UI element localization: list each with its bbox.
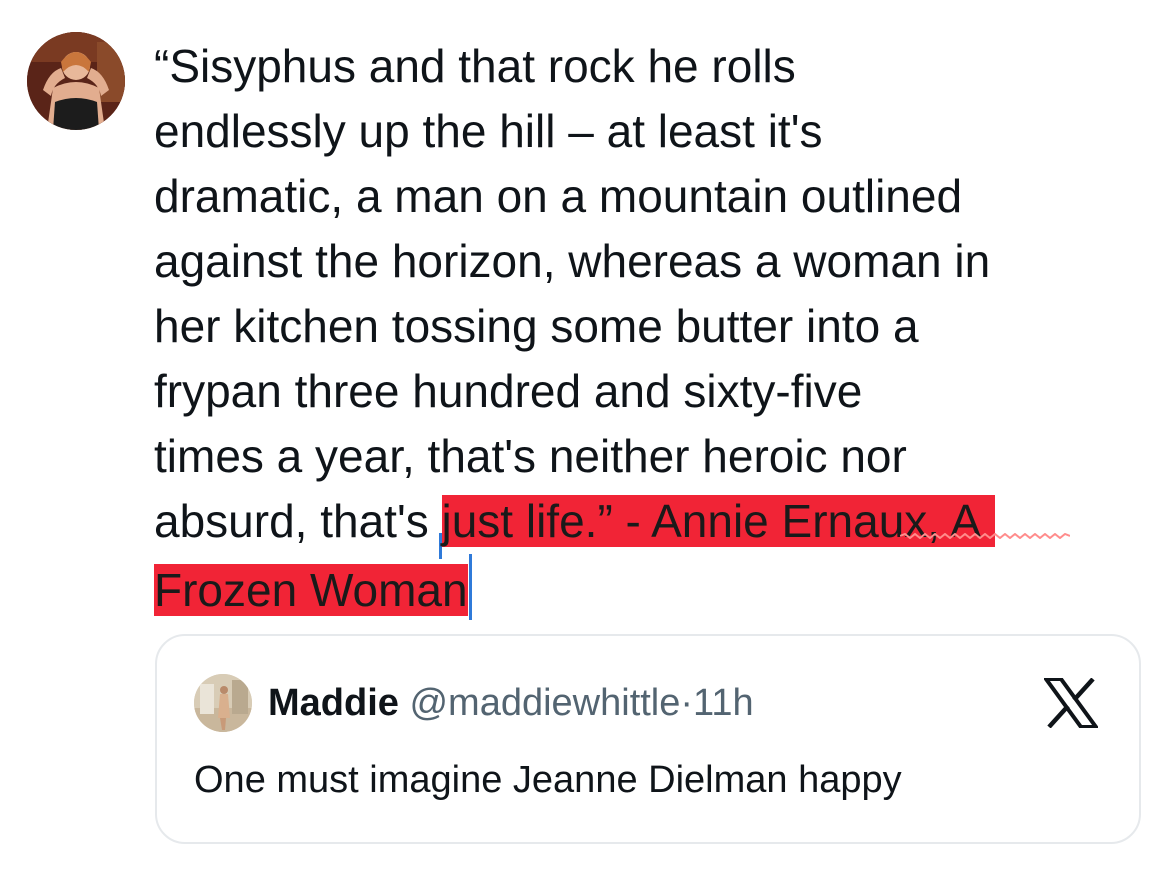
spellcheck-underline: [900, 533, 1070, 539]
selection-end-caret[interactable]: [468, 554, 472, 620]
tweet-line: frypan three hundred and sixty-five: [154, 365, 863, 417]
tweet-text: “Sisyphus and that rock he rolls endless…: [154, 34, 1154, 620]
tweet-line: endlessly up the hill – at least it's: [154, 105, 823, 157]
quoted-display-name[interactable]: Maddie: [268, 682, 399, 724]
tweet-line: times a year, that's neither heroic nor: [154, 430, 907, 482]
quoted-handle[interactable]: @maddiewhittle: [409, 682, 680, 724]
quoted-tweet-header: Maddie @maddiewhittle·11h: [268, 680, 754, 726]
quoted-timestamp[interactable]: 11h: [693, 682, 754, 724]
header-separator: ·: [680, 682, 694, 724]
tweet-line: her kitchen tossing some butter into a: [154, 300, 919, 352]
author-avatar[interactable]: [27, 32, 125, 130]
selected-text[interactable]: Frozen Woman: [154, 564, 468, 616]
quoted-author-avatar[interactable]: [194, 674, 252, 732]
tweet-line: Frozen Woman: [154, 554, 1154, 620]
tweet-line: “Sisyphus and that rock he rolls: [154, 40, 796, 92]
selected-text[interactable]: just life.” - Annie Ernaux, A: [441, 495, 995, 547]
x-logo-icon: [1042, 677, 1100, 729]
tweet-text-plain: absurd, that's: [154, 495, 442, 547]
quoted-tweet-text: One must imagine Jeanne Dielman happy: [194, 759, 902, 801]
quoted-tweet-card[interactable]: Maddie @maddiewhittle·11h One must imagi…: [155, 634, 1141, 844]
tweet-line: against the horizon, whereas a woman in: [154, 235, 991, 287]
tweet-line: dramatic, a man on a mountain outlined: [154, 170, 963, 222]
tweet-line: absurd, that's just life.” - Annie Ernau…: [154, 489, 1154, 559]
